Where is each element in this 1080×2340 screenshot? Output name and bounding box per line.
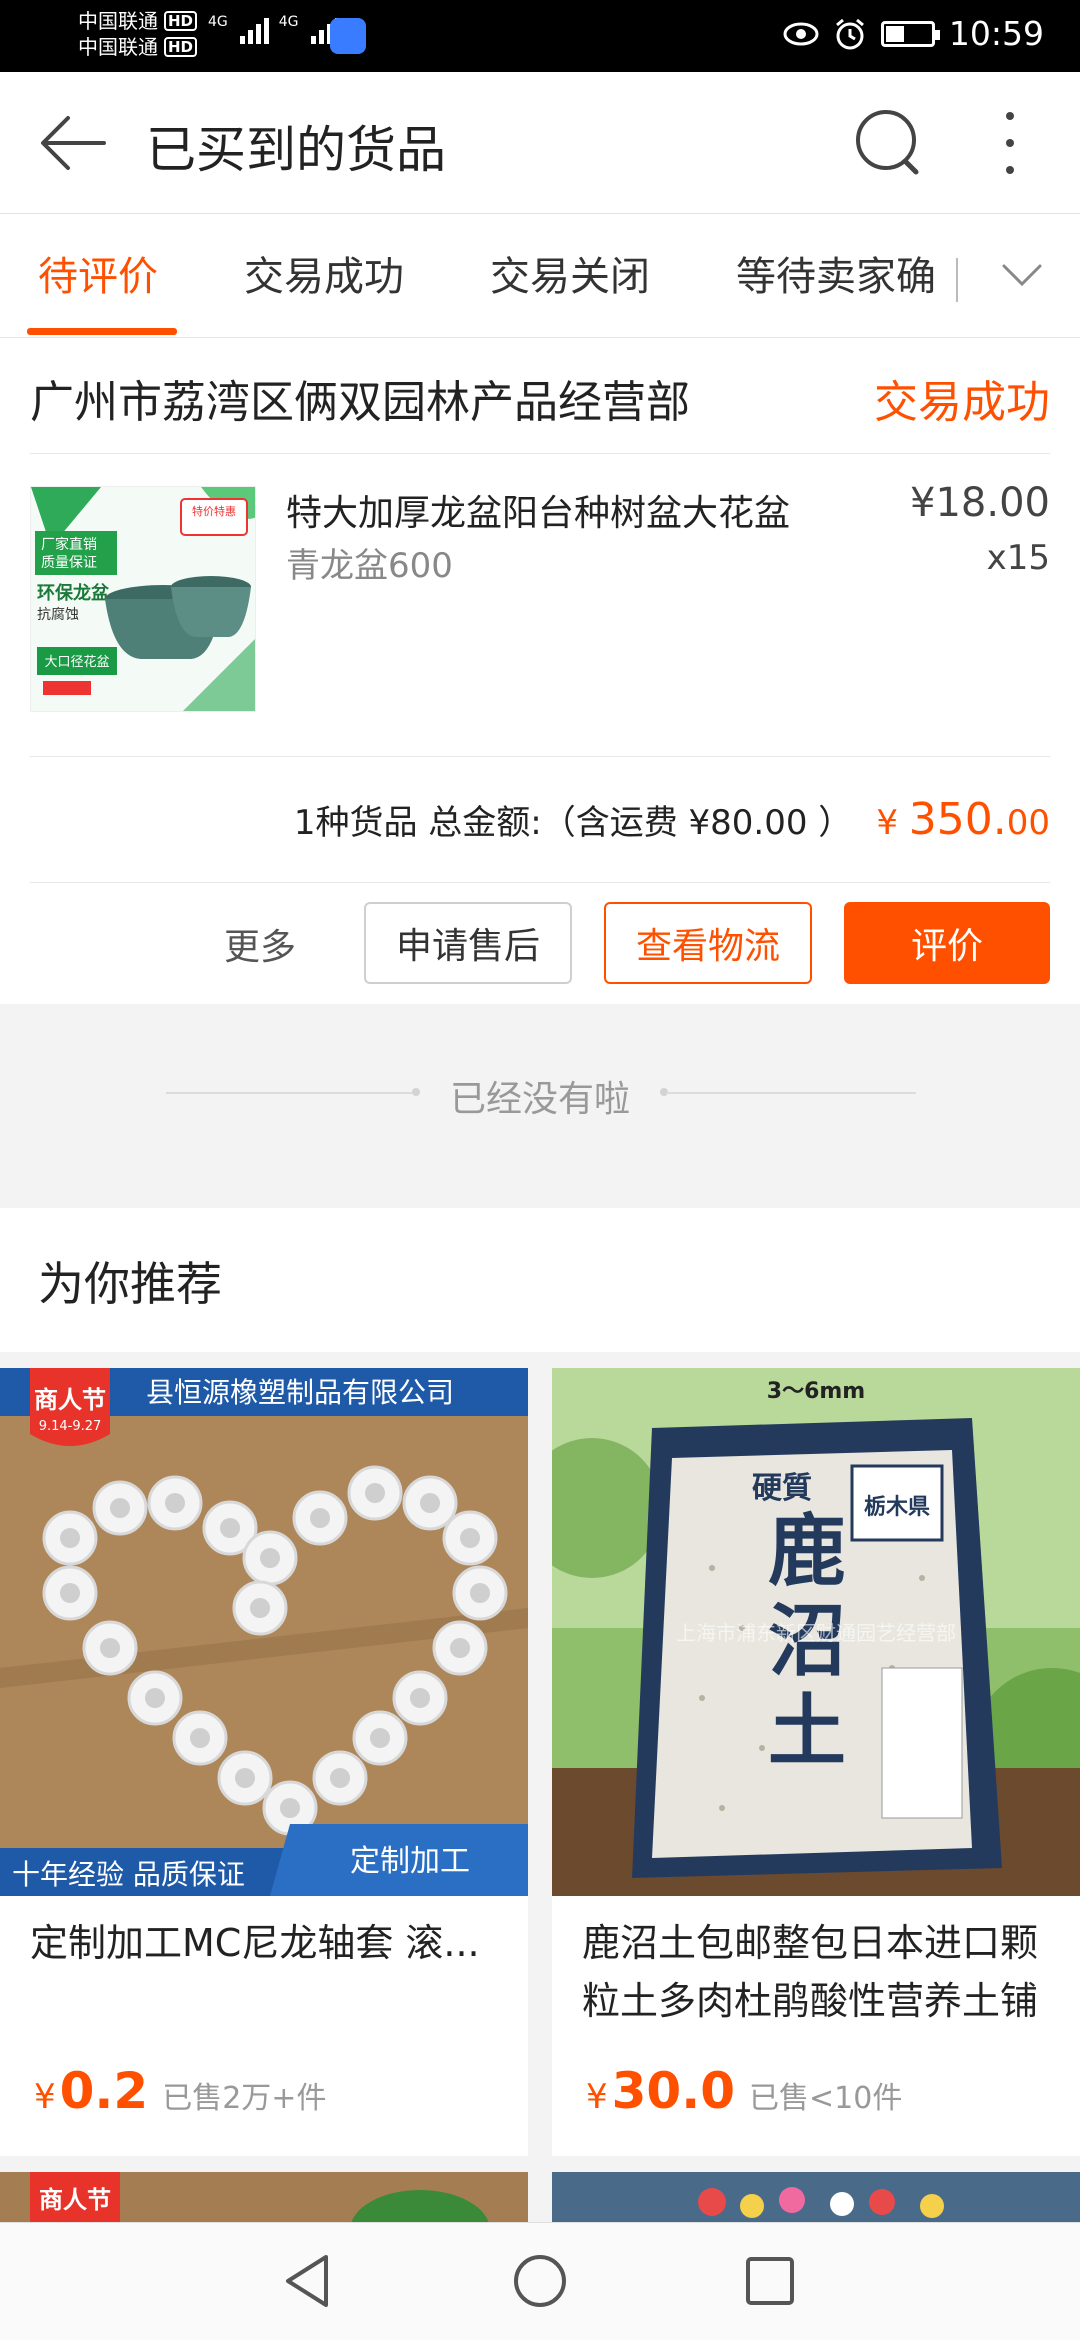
image-tag: 特价特惠 <box>192 504 236 518</box>
image-badge: 商人节 <box>39 2186 111 2214</box>
tab-pending-review[interactable]: 待评价 <box>38 244 158 302</box>
signal-icon <box>239 14 269 44</box>
baidu-app-icon <box>330 18 366 54</box>
network-label-2: 4G <box>278 14 299 30</box>
tab-divider <box>956 258 958 302</box>
svg-text:鹿: 鹿 <box>768 1506 846 1597</box>
nav-back-icon[interactable] <box>278 2251 338 2311</box>
nav-home-icon[interactable] <box>510 2251 570 2311</box>
recommend-card[interactable]: 3～6mm 硬質 栃木県 鹿 沼 土 上海市浦东新区财通园艺经营部 鹿沼土包邮整… <box>552 1368 1080 2156</box>
image-watermark: 上海市浦东新区财通园艺经营部 <box>676 1621 956 1645</box>
image-brand-top: 硬質 <box>752 1471 812 1506</box>
carrier-2: 中国联通 <box>78 35 158 59</box>
image-footer-left: 十年经验 品质保证 <box>12 1858 245 1891</box>
signal-icons: 4G 4G <box>208 14 340 44</box>
svg-text:质量保证: 质量保证 <box>41 555 97 571</box>
active-tab-indicator <box>27 328 177 335</box>
order-card: 广州市荔湾区俩双园林产品经营部 交易成功 特价特惠 厂家直销 质量保证 环保龙盆… <box>0 338 1080 1004</box>
carrier-1: 中国联通 <box>78 9 158 33</box>
order-tabs: 待评价 交易成功 交易关闭 等待卖家确 <box>0 214 1080 338</box>
clock: 10:59 <box>948 14 1044 53</box>
image-name: 环保龙盆 <box>37 582 110 604</box>
image-size: 3～6mm <box>767 1379 865 1404</box>
product-price: ¥18.00 <box>910 480 1050 526</box>
end-line-right <box>666 1092 916 1094</box>
price-value: 0.2 <box>59 2062 149 2120</box>
tab-awaiting-seller[interactable]: 等待卖家确 <box>736 244 936 302</box>
more-actions-button[interactable]: 更多 <box>224 918 296 970</box>
total-price: ¥ 350.00 <box>876 794 1050 845</box>
price-symbol: ¥ <box>586 2077 608 2117</box>
more-vertical-icon[interactable] <box>990 106 1030 180</box>
nav-recents-icon[interactable] <box>740 2251 800 2311</box>
recommend-header: 为你推荐 <box>0 1208 1080 1352</box>
order-summary: 1种货品 总金额:（含运费 ¥80.00 ） ¥ 350.00 <box>294 794 1050 845</box>
product-price: ¥ 0.2 已售2万+件 <box>34 2062 326 2120</box>
eye-icon <box>783 22 819 45</box>
status-right: 10:59 <box>783 14 1044 53</box>
product-title[interactable]: 定制加工MC尼龙轴套 滚... <box>30 1914 510 1972</box>
image-company: 县恒源橡塑制品有限公司 <box>146 1376 454 1409</box>
product-price: ¥ 30.0 已售<10件 <box>586 2062 902 2120</box>
tab-closed[interactable]: 交易关闭 <box>490 244 650 302</box>
divider <box>30 882 1050 883</box>
alarm-icon <box>835 18 864 49</box>
divider <box>30 453 1050 454</box>
image-badge-date: 9.14-9.27 <box>39 1419 102 1434</box>
total-symbol: ¥ <box>876 803 898 843</box>
summary-text: 1种货品 总金额:（含运费 ¥80.00 ） <box>293 803 853 843</box>
recommend-title: 为你推荐 <box>38 1257 222 1311</box>
product-image[interactable]: 县恒源橡塑制品有限公司 商人节 9.14-9.27 十年经验 品质保证 定制加工 <box>0 1368 528 1896</box>
total-dec: 00 <box>1006 803 1050 843</box>
svg-text:厂家直销: 厂家直销 <box>41 536 97 553</box>
page-title: 已买到的货品 <box>146 121 446 179</box>
app-header: 已买到的货品 <box>0 72 1080 214</box>
product-spec: 青龙盆600 <box>286 546 453 586</box>
battery-icon <box>880 20 940 47</box>
sold-count: 已售2万+件 <box>162 2081 327 2116</box>
price-symbol: ¥ <box>34 2077 56 2117</box>
image-sub: 抗腐蚀 <box>37 606 79 623</box>
system-nav-bar <box>0 2222 1080 2340</box>
chevron-down-icon[interactable] <box>1000 256 1044 296</box>
price-value: 30.0 <box>611 2062 736 2120</box>
product-title[interactable]: 鹿沼土包邮整包日本进口颗粒土多肉杜鹃酸性营养土铺 <box>582 1914 1062 2030</box>
tab-completed[interactable]: 交易成功 <box>244 244 404 302</box>
product-thumbnail[interactable]: 特价特惠 厂家直销 质量保证 环保龙盆 抗腐蚀 大口径花盆 <box>30 486 256 712</box>
status-bar: 中国联通 HD 中国联通 HD 4G 4G 10:59 <box>0 0 1080 72</box>
sold-count: 已售<10件 <box>749 2081 903 2116</box>
after-sale-button[interactable]: 申请售后 <box>364 902 572 984</box>
total-int: 350. <box>908 794 1007 845</box>
hd-badge-2: HD <box>164 37 198 57</box>
image-footer-right: 定制加工 <box>350 1844 470 1879</box>
product-quantity: x15 <box>986 538 1050 578</box>
network-label: 4G <box>208 14 228 30</box>
divider <box>30 756 1050 757</box>
image-bottom: 大口径花盆 <box>44 654 109 670</box>
shop-name[interactable]: 广州市荔湾区俩双园林产品经营部 <box>30 366 690 430</box>
search-icon[interactable] <box>852 106 926 180</box>
back-arrow-icon[interactable] <box>38 108 108 178</box>
product-image[interactable]: 3～6mm 硬質 栃木県 鹿 沼 土 上海市浦东新区财通园艺经营部 <box>552 1368 1080 1896</box>
image-badge: 商人节 <box>34 1386 106 1414</box>
image-origin: 栃木県 <box>864 1494 930 1520</box>
order-status: 交易成功 <box>874 377 1050 428</box>
svg-text:土: 土 <box>768 1686 846 1777</box>
recommend-card[interactable]: 县恒源橡塑制品有限公司 商人节 9.14-9.27 十年经验 品质保证 定制加工… <box>0 1368 528 2156</box>
review-button[interactable]: 评价 <box>844 902 1050 984</box>
hd-badge: HD <box>164 11 198 31</box>
view-logistics-button[interactable]: 查看物流 <box>604 902 812 984</box>
product-title[interactable]: 特大加厚龙盆阳台种树盆大花盆 <box>286 484 856 536</box>
carrier-info: 中国联通 HD 中国联通 HD <box>78 8 198 60</box>
end-of-list-text: 已经没有啦 <box>449 1079 630 1120</box>
